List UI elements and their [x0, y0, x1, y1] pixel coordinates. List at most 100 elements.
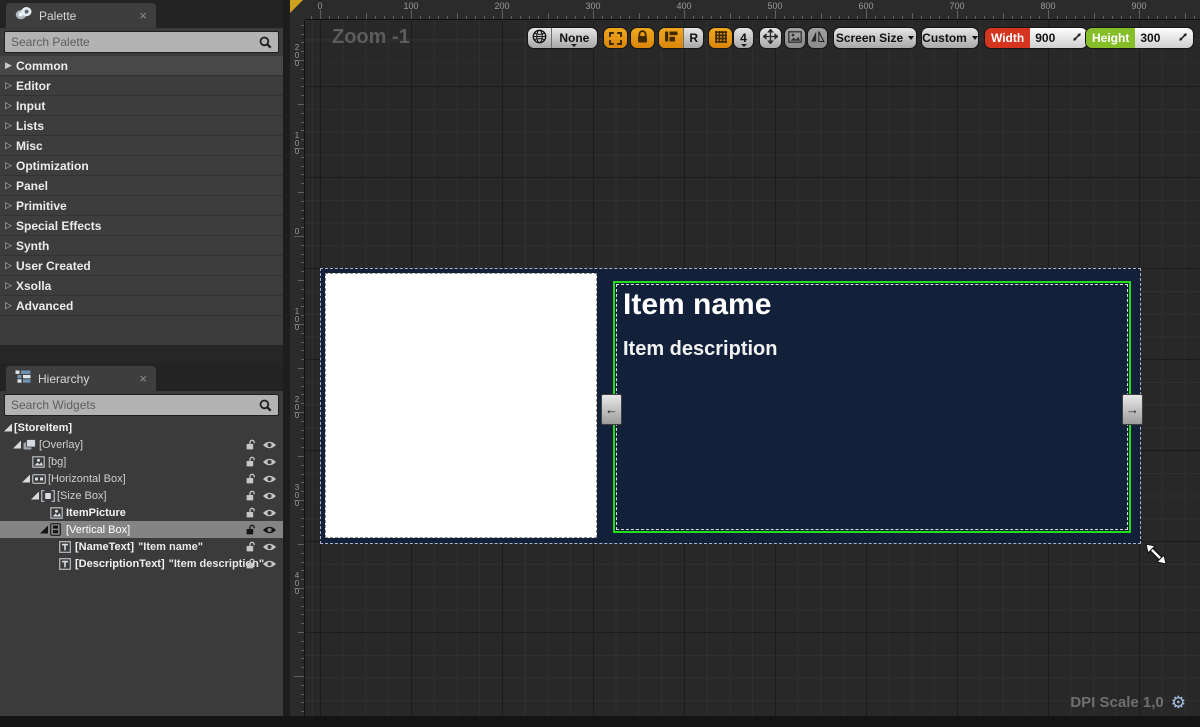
- palette-category-lists[interactable]: ▷Lists: [0, 116, 283, 136]
- tree-row-horizontal-box[interactable]: [Horizontal Box]: [0, 470, 283, 487]
- expand-arrow-icon[interactable]: [22, 475, 30, 483]
- tree-row-descriptiontext[interactable]: [DescriptionText]"Item description": [0, 555, 283, 572]
- vertical-box-icon: [50, 523, 66, 536]
- resize-handle-left[interactable]: ←: [601, 394, 622, 425]
- preview-background-button[interactable]: [784, 27, 806, 49]
- collapsed-arrow-icon[interactable]: ▷: [5, 81, 16, 90]
- localization-preview-button[interactable]: [528, 28, 551, 48]
- tree-row-nametext[interactable]: [NameText]"Item name": [0, 538, 283, 555]
- ruler-tick: [301, 271, 304, 272]
- palette-category-panel[interactable]: ▷Panel: [0, 176, 283, 196]
- eye-icon[interactable]: [262, 474, 277, 484]
- eye-icon[interactable]: [262, 440, 277, 450]
- collapsed-arrow-icon[interactable]: ▷: [5, 281, 16, 290]
- lock-icon[interactable]: [245, 558, 257, 570]
- eye-icon[interactable]: [262, 559, 277, 569]
- item-picture-box[interactable]: [325, 273, 597, 538]
- lock-icon[interactable]: [245, 439, 257, 451]
- collapsed-arrow-icon[interactable]: ▷: [5, 121, 16, 130]
- tree-row-itempicture[interactable]: ItemPicture: [0, 504, 283, 521]
- width-value: 900: [1035, 31, 1068, 45]
- gear-icon[interactable]: ⚙: [1171, 694, 1186, 711]
- vertical-box-selection[interactable]: Item name Item description: [613, 281, 1131, 533]
- transform-mode-button[interactable]: [759, 27, 782, 49]
- palette-category-misc[interactable]: ▷Misc: [0, 136, 283, 156]
- tab-palette[interactable]: Palette ×: [6, 3, 156, 28]
- resize-diagonal-icon[interactable]: [1072, 31, 1082, 45]
- eye-icon[interactable]: [262, 457, 277, 467]
- expanded-arrow-icon[interactable]: ▶: [5, 61, 16, 70]
- panel-divider[interactable]: [283, 0, 290, 727]
- row-visibility-controls: [245, 487, 277, 504]
- lock-icon[interactable]: [245, 541, 257, 553]
- expand-arrow-icon[interactable]: [40, 526, 48, 534]
- palette-category-primitive[interactable]: ▷Primitive: [0, 196, 283, 216]
- eye-icon[interactable]: [262, 508, 277, 518]
- expand-arrow-icon[interactable]: [4, 424, 12, 432]
- expand-arrow-icon[interactable]: [31, 492, 39, 500]
- lock-icon[interactable]: [245, 490, 257, 502]
- collapsed-arrow-icon[interactable]: ▷: [5, 241, 16, 250]
- collapsed-arrow-icon[interactable]: ▷: [5, 141, 16, 150]
- eye-icon[interactable]: [262, 542, 277, 552]
- eye-icon[interactable]: [262, 491, 277, 501]
- tree-row-bg[interactable]: [bg]: [0, 453, 283, 470]
- designer-canvas[interactable]: 0100200300400500600700800900 20010001002…: [290, 0, 1200, 727]
- respect-locks-button[interactable]: [659, 28, 683, 48]
- lock-icon[interactable]: [245, 507, 257, 519]
- resize-diagonal-icon[interactable]: [1178, 31, 1188, 45]
- width-input[interactable]: 900: [1030, 28, 1087, 48]
- flip-preview-button[interactable]: [807, 27, 828, 49]
- palette-category-user-created[interactable]: ▷User Created: [0, 256, 283, 276]
- tree-row-overlay[interactable]: [Overlay]: [0, 436, 283, 453]
- tree-row-vertical-box[interactable]: [Vertical Box]: [0, 521, 283, 538]
- palette-category-advanced[interactable]: ▷Advanced: [0, 296, 283, 316]
- expand-arrow-icon[interactable]: [13, 441, 21, 449]
- ruler-tick: [301, 438, 304, 439]
- collapsed-arrow-icon[interactable]: ▷: [5, 221, 16, 230]
- item-name-text[interactable]: Item name: [623, 288, 771, 322]
- palette-search-input[interactable]: Search Palette: [4, 31, 279, 53]
- palette-category-xsolla[interactable]: ▷Xsolla: [0, 276, 283, 296]
- screen-size-dropdown[interactable]: Screen Size: [833, 27, 917, 49]
- collapsed-arrow-icon[interactable]: ▷: [5, 301, 16, 310]
- collapsed-arrow-icon[interactable]: ▷: [5, 261, 16, 270]
- close-icon[interactable]: ×: [139, 9, 147, 22]
- lock-widgets-button[interactable]: [630, 27, 655, 49]
- localization-preview-dropdown[interactable]: None: [551, 28, 597, 48]
- close-icon[interactable]: ×: [139, 372, 147, 385]
- item-description-text[interactable]: Item description: [623, 338, 777, 361]
- resize-handle-right[interactable]: →: [1122, 394, 1143, 425]
- fill-rule-dropdown[interactable]: Custom: [921, 27, 979, 49]
- snap-size-dropdown[interactable]: 4: [733, 27, 754, 49]
- palette-category-editor[interactable]: ▷Editor: [0, 76, 283, 96]
- snap-size-value: 4: [740, 31, 747, 45]
- lock-icon[interactable]: [245, 524, 257, 536]
- r-toggle-button[interactable]: R: [683, 28, 703, 48]
- collapsed-arrow-icon[interactable]: ▷: [5, 101, 16, 110]
- hierarchy-search-input[interactable]: Search Widgets: [4, 394, 279, 416]
- lock-icon[interactable]: [245, 473, 257, 485]
- tree-row-storeitem[interactable]: [StoreItem]: [0, 419, 283, 436]
- ruler-tick: [298, 544, 304, 545]
- palette-category-optimization[interactable]: ▷Optimization: [0, 156, 283, 176]
- palette-category-special-effects[interactable]: ▷Special Effects: [0, 216, 283, 236]
- collapsed-arrow-icon[interactable]: ▷: [5, 161, 16, 170]
- ruler-tick: [301, 166, 304, 167]
- height-input[interactable]: 300: [1135, 28, 1193, 48]
- collapsed-arrow-icon[interactable]: ▷: [5, 201, 16, 210]
- store-item-widget-root[interactable]: Item name Item description ← →: [320, 268, 1141, 544]
- grid-snap-button[interactable]: [708, 27, 733, 49]
- palette-category-input[interactable]: ▷Input: [0, 96, 283, 116]
- eye-icon[interactable]: [262, 525, 277, 535]
- palette-category-common[interactable]: ▶Common: [0, 56, 283, 76]
- collapsed-arrow-icon[interactable]: ▷: [5, 181, 16, 190]
- dashed-outline-icon: [609, 32, 622, 45]
- outline-toggle-button[interactable]: [603, 27, 628, 49]
- tree-row-size-box[interactable]: [Size Box]: [0, 487, 283, 504]
- ruler-tick: [301, 333, 304, 334]
- palette-category-synth[interactable]: ▷Synth: [0, 236, 283, 256]
- tab-hierarchy[interactable]: Hierarchy ×: [6, 366, 156, 391]
- ruler-tick: [301, 579, 304, 580]
- lock-icon[interactable]: [245, 456, 257, 468]
